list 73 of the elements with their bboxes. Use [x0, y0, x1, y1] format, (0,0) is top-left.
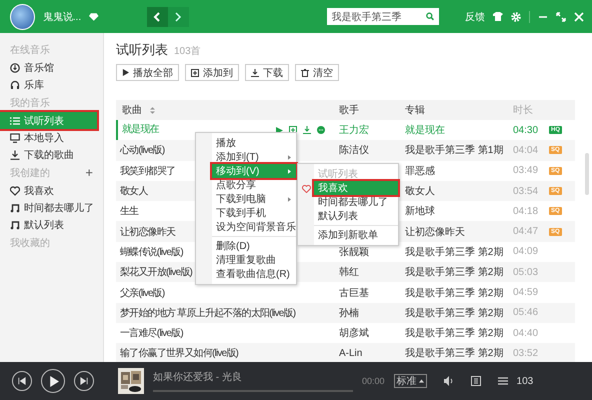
- clear-button[interactable]: 清空: [295, 64, 339, 81]
- playlist-title: 试听列表: [116, 41, 168, 59]
- sidebar-item[interactable]: 默认列表: [0, 216, 103, 233]
- now-playing-text: 如果你还爱我 - 光良: [153, 370, 243, 384]
- album-cell-text: 就是现在: [405, 124, 446, 138]
- playlist-count[interactable]: 103: [516, 376, 534, 386]
- sidebar-item[interactable]: 本地导入: [0, 129, 103, 146]
- album-cell-text: 敬女人: [405, 185, 436, 198]
- column-header[interactable]: 歌手: [339, 103, 405, 117]
- duration-cell-text: 05:03: [513, 266, 540, 278]
- menu-item[interactable]: 清理重复歌曲: [196, 253, 296, 267]
- album-cell-text: 我是歌手第三季 第2期: [405, 286, 504, 300]
- singer-cell: 王力宏: [339, 125, 369, 136]
- menu-item[interactable]: 查看歌曲信息(R): [196, 267, 296, 281]
- menu-item[interactable]: 删除(D): [196, 239, 296, 253]
- sidebar-item[interactable]: 音乐馆: [0, 59, 103, 76]
- duration-cell-text: 04:09: [513, 246, 540, 258]
- album-cell-text: 罪恶感: [405, 164, 436, 178]
- album-cell-text: 我是歌手第三季 第2期: [405, 326, 504, 340]
- song-title[interactable]: 梦开始的地方 草原上升起不落的太阳(live版): [116, 306, 339, 320]
- download-button[interactable]: 下载: [245, 64, 289, 81]
- play-all-button[interactable]: 播放全部: [116, 64, 179, 81]
- sidebar-heading: 我收藏的: [10, 236, 50, 250]
- menu-item[interactable]: 添加到新歌单: [298, 228, 398, 242]
- sidebar-item[interactable]: 乐库: [0, 76, 103, 93]
- sidebar-item[interactable]: 下载的歌曲: [0, 146, 103, 163]
- add-playlist-button[interactable]: +: [85, 168, 93, 178]
- sidebar-item[interactable]: 时间都去哪儿了: [0, 199, 103, 216]
- singer-cell: 古巨基: [339, 288, 369, 299]
- sidebar-heading: 在线音乐: [10, 44, 50, 57]
- album-cell-text: 我是歌手第三季 第2期: [405, 266, 504, 280]
- menu-item[interactable]: 添加到(T): [196, 150, 296, 164]
- add-to-button[interactable]: 添加到: [185, 64, 239, 81]
- singer-cell: 陈洁仪: [339, 145, 369, 156]
- duration-cell-text: 04:18: [513, 206, 540, 217]
- album-cell-text: 新地球: [405, 204, 436, 218]
- duration-cell-text: 04:04: [513, 144, 540, 156]
- duration-cell-text: 03:49: [513, 165, 540, 176]
- column-header[interactable]: 专辑: [405, 103, 513, 117]
- time-label: 00:00: [362, 376, 385, 386]
- duration-cell-text: 04:47: [513, 226, 540, 238]
- menu-item[interactable]: 默认列表: [298, 209, 398, 223]
- album-cell-text: 我是歌手第三季 第2期: [405, 306, 504, 320]
- singer-cell: A-Lin: [339, 348, 362, 359]
- duration-cell-text: 03:54: [513, 186, 540, 197]
- singer-cell: 韩红: [339, 267, 359, 278]
- duration-cell-text: 04:59: [513, 287, 540, 298]
- duration-cell-text: 05:46: [513, 307, 540, 318]
- duration-cell-text: 03:52: [513, 348, 540, 359]
- album-cell-text: 让初恋像昨天: [405, 226, 466, 239]
- song-title[interactable]: 输了你赢了世界又如何(live版): [116, 346, 339, 360]
- singer-cell: 胡彦斌: [339, 328, 369, 340]
- sidebar-item[interactable]: 我喜欢: [0, 182, 103, 199]
- quality-dropdown[interactable]: 标准: [394, 374, 427, 388]
- sidebar-heading: 我创建的: [10, 166, 50, 180]
- song-title[interactable]: 一言难尽(live版): [116, 326, 339, 340]
- sidebar-heading: 我的音乐: [10, 96, 50, 110]
- singer-cell: 孙楠: [339, 308, 359, 319]
- menu-item[interactable]: 设为空间背景音乐: [196, 220, 296, 234]
- song-count: 103首: [174, 45, 201, 58]
- duration-cell-text: 04:30: [513, 124, 540, 136]
- menu-item[interactable]: 下载到手机: [196, 206, 296, 220]
- album-cell-text: 我是歌手第三季 第1期: [405, 144, 504, 158]
- album-cell-text: 我是歌手第三季 第2期: [405, 346, 504, 360]
- song-title[interactable]: 父亲(live版): [116, 286, 339, 300]
- singer-cell: 张靓颖: [339, 246, 369, 258]
- duration-cell-text: 04:40: [513, 328, 540, 339]
- album-cell-text: 我是歌手第三季 第2期: [405, 246, 504, 259]
- column-header[interactable]: 歌曲: [116, 103, 339, 117]
- search-field[interactable]: 我是歌手第三季: [326, 8, 440, 25]
- menu-item[interactable]: 时间都去哪儿了: [298, 195, 398, 209]
- menu-item[interactable]: 点歌分享: [196, 178, 296, 192]
- menu-item[interactable]: 下载到电脑: [196, 192, 296, 206]
